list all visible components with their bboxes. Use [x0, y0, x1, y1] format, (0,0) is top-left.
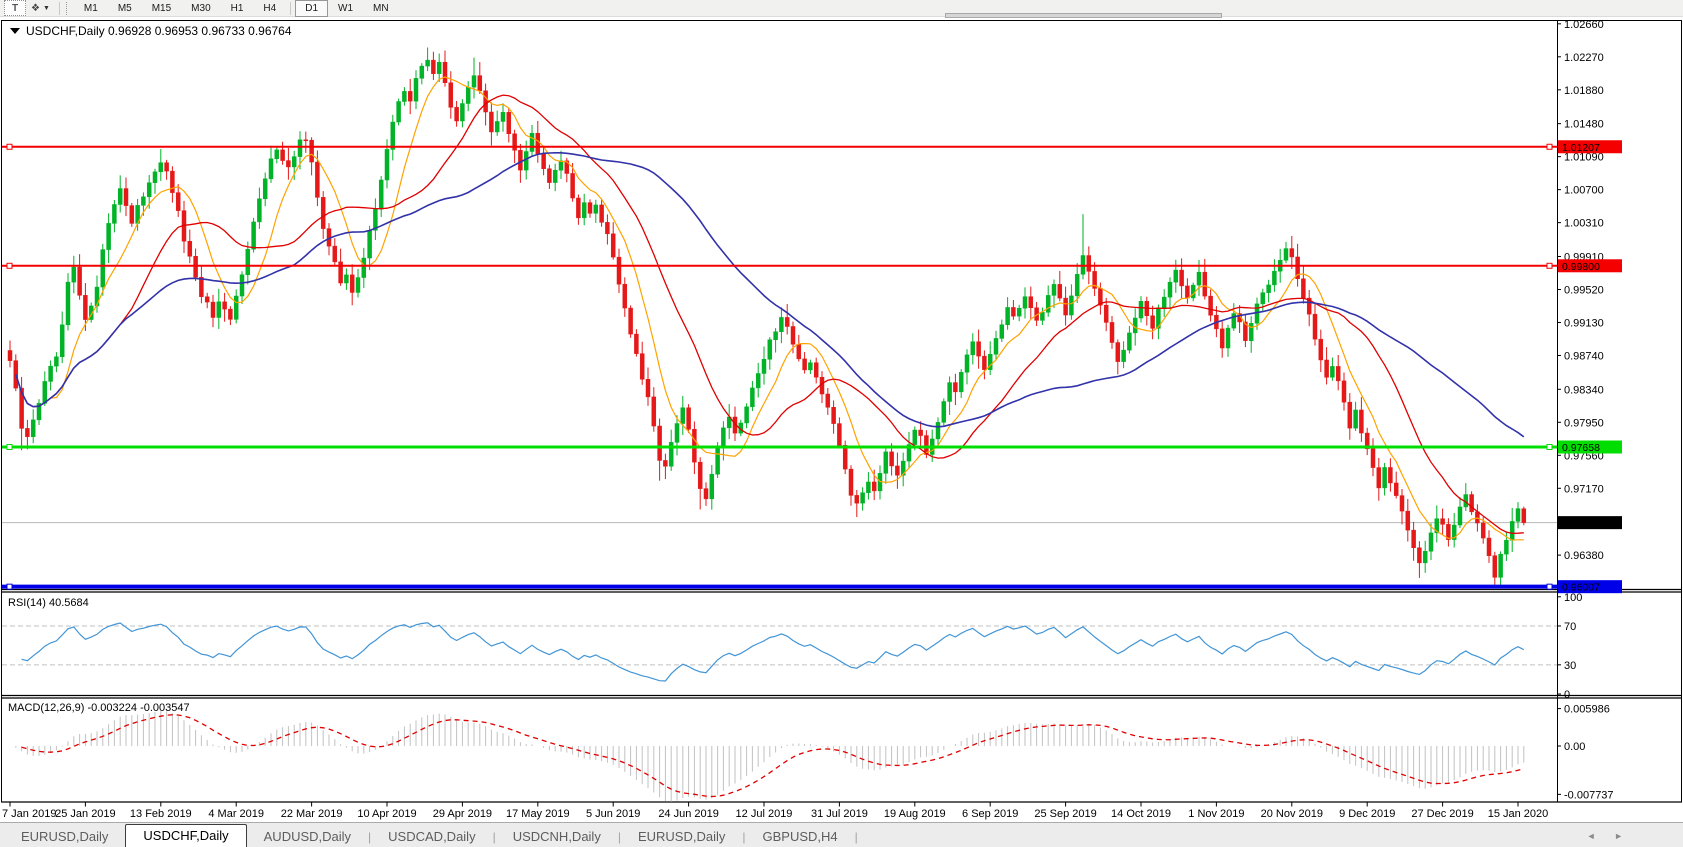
arrows-tool-button[interactable]: ❖ ▼ [28, 1, 53, 15]
candlesticks [8, 48, 1526, 586]
timeframe-button-m15[interactable]: M15 [142, 0, 181, 17]
macd-signal-line [22, 715, 1524, 797]
svg-text:0.98340: 0.98340 [1564, 384, 1604, 396]
timeframe-button-h4[interactable]: H4 [253, 0, 286, 17]
svg-text:0: 0 [1564, 689, 1570, 701]
tab-eurusd-daily[interactable]: EURUSD,Daily [621, 827, 742, 847]
tab-usdcad-daily[interactable]: USDCAD,Daily [371, 827, 492, 847]
svg-text:25 Sep 2019: 25 Sep 2019 [1034, 808, 1096, 820]
svg-text:0.99520: 0.99520 [1564, 284, 1604, 296]
tab-scroll-left-icon[interactable]: ◄ [1587, 831, 1596, 841]
timeframe-button-m30[interactable]: M30 [181, 0, 220, 17]
svg-text:1.00310: 1.00310 [1564, 218, 1604, 230]
timeframe-button-mn[interactable]: MN [363, 0, 399, 17]
rsi-label: RSI(14) 40.5684 [8, 597, 89, 609]
hline-handle [1547, 144, 1552, 149]
svg-text:13 Feb 2019: 13 Feb 2019 [130, 808, 192, 820]
svg-text:29 Apr 2019: 29 Apr 2019 [433, 808, 492, 820]
tab-gbpusd-h4[interactable]: GBPUSD,H4 [745, 827, 854, 847]
price-axis: 1.026601.022701.018801.014801.010901.007… [1557, 19, 1604, 562]
chart-title: USDCHF,Daily 0.96928 0.96953 0.96733 0.9… [26, 24, 292, 38]
hline-handle [7, 445, 12, 450]
hline-handle [7, 263, 12, 268]
toolbar-divider [290, 2, 291, 15]
hline-handle [7, 584, 12, 589]
svg-text:1.01207: 1.01207 [1562, 142, 1600, 154]
svg-text:1.02660: 1.02660 [1564, 19, 1604, 31]
timeframe-button-d1[interactable]: D1 [295, 0, 328, 17]
svg-text:0.00: 0.00 [1564, 741, 1585, 753]
tab-scroll-nav: ◄ ► [1587, 831, 1623, 841]
rsi-line [22, 623, 1524, 681]
arrows-icon: ❖ [31, 3, 40, 14]
collapse-triangle-icon [10, 28, 20, 34]
svg-text:15 Jan 2020: 15 Jan 2020 [1488, 808, 1549, 820]
svg-text:22 Mar 2019: 22 Mar 2019 [281, 808, 343, 820]
chart-canvas[interactable]: 1.026601.022701.018801.014801.010901.007… [0, 17, 1683, 822]
tab-scroll-right-icon[interactable]: ► [1614, 831, 1623, 841]
svg-text:100: 100 [1564, 592, 1582, 604]
svg-text:70: 70 [1564, 621, 1576, 633]
svg-text:0.97658: 0.97658 [1562, 442, 1600, 454]
macd-histogram [10, 711, 1524, 802]
timeframe-button-w1[interactable]: W1 [328, 0, 363, 17]
macd-label: MACD(12,26,9) -0.003224 -0.003547 [8, 702, 190, 714]
svg-text:4 Mar 2019: 4 Mar 2019 [208, 808, 264, 820]
toolbar-divider [59, 2, 60, 15]
hline-handle [1547, 263, 1552, 268]
svg-text:0.96380: 0.96380 [1564, 550, 1604, 562]
svg-text:25 Jan 2019: 25 Jan 2019 [55, 808, 116, 820]
svg-text:1.01880: 1.01880 [1564, 85, 1604, 97]
svg-text:1 Nov 2019: 1 Nov 2019 [1188, 808, 1244, 820]
svg-text:10 Apr 2019: 10 Apr 2019 [357, 808, 416, 820]
svg-text:5 Jun 2019: 5 Jun 2019 [586, 808, 640, 820]
svg-text:30: 30 [1564, 660, 1576, 672]
chart-window-frame [2, 21, 1682, 803]
tab-usdchf-daily[interactable]: USDCHF,Daily [125, 824, 246, 847]
svg-text:0.99800: 0.99800 [1562, 261, 1600, 273]
timeframe-button-m5[interactable]: M5 [108, 0, 142, 17]
ma-mid-line [16, 95, 1524, 533]
svg-text:17 May 2019: 17 May 2019 [506, 808, 570, 820]
symbol-tabs: EURUSD,DailyUSDCHF,DailyAUDUSD,Daily|USD… [4, 824, 858, 847]
svg-text:0.98740: 0.98740 [1564, 350, 1604, 362]
tab-separator: | [855, 827, 858, 847]
svg-text:0.97170: 0.97170 [1564, 483, 1604, 495]
svg-text:0.99130: 0.99130 [1564, 317, 1604, 329]
svg-text:12 Jul 2019: 12 Jul 2019 [736, 808, 793, 820]
svg-text:19 Aug 2019: 19 Aug 2019 [884, 808, 946, 820]
timeframe-button-h1[interactable]: H1 [221, 0, 254, 17]
text-tool-button[interactable]: T [4, 0, 26, 16]
svg-text:-0.007737: -0.007737 [1564, 789, 1614, 801]
svg-text:1.01480: 1.01480 [1564, 119, 1604, 131]
svg-text:0.97950: 0.97950 [1564, 417, 1604, 429]
chevron-down-icon: ▼ [43, 5, 50, 12]
hline-handle [1547, 584, 1552, 589]
tab-audusd-daily[interactable]: AUDUSD,Daily [247, 827, 368, 847]
timeframe-button-group: M1M5M15M30H1H4 D1W1MN [74, 0, 399, 17]
symbol-tab-bar: EURUSD,DailyUSDCHF,DailyAUDUSD,Daily|USD… [0, 822, 1683, 847]
tab-eurusd-daily[interactable]: EURUSD,Daily [4, 827, 125, 847]
svg-text:0.005986: 0.005986 [1564, 704, 1610, 716]
chart-horizontal-scrollbar[interactable] [945, 13, 1222, 18]
svg-text:31 Jul 2019: 31 Jul 2019 [811, 808, 868, 820]
hline-handle [1547, 445, 1552, 450]
tab-usdcnh-daily[interactable]: USDCNH,Daily [496, 827, 618, 847]
svg-text:20 Nov 2019: 20 Nov 2019 [1261, 808, 1323, 820]
date-axis: 7 Jan 201925 Jan 2019 13 Feb 2019 4 Mar 20… [2, 802, 1548, 820]
hline-handle [7, 144, 12, 149]
svg-text:27 Dec 2019: 27 Dec 2019 [1411, 808, 1473, 820]
svg-text:1.00700: 1.00700 [1564, 185, 1604, 197]
timeframe-button-m1[interactable]: M1 [74, 0, 108, 17]
toolbar-grip [66, 2, 70, 15]
svg-text:1.02270: 1.02270 [1564, 52, 1604, 64]
svg-text:14 Oct 2019: 14 Oct 2019 [1111, 808, 1171, 820]
svg-text:9 Dec 2019: 9 Dec 2019 [1339, 808, 1395, 820]
svg-text:7 Jan 2019: 7 Jan 2019 [2, 808, 56, 820]
svg-text:6 Sep 2019: 6 Sep 2019 [962, 808, 1018, 820]
svg-text:24 Jun 2019: 24 Jun 2019 [658, 808, 719, 820]
top-toolbar: T ❖ ▼ M1M5M15M30H1H4 D1W1MN [0, 0, 1683, 17]
svg-text:0.96764: 0.96764 [1562, 518, 1600, 530]
